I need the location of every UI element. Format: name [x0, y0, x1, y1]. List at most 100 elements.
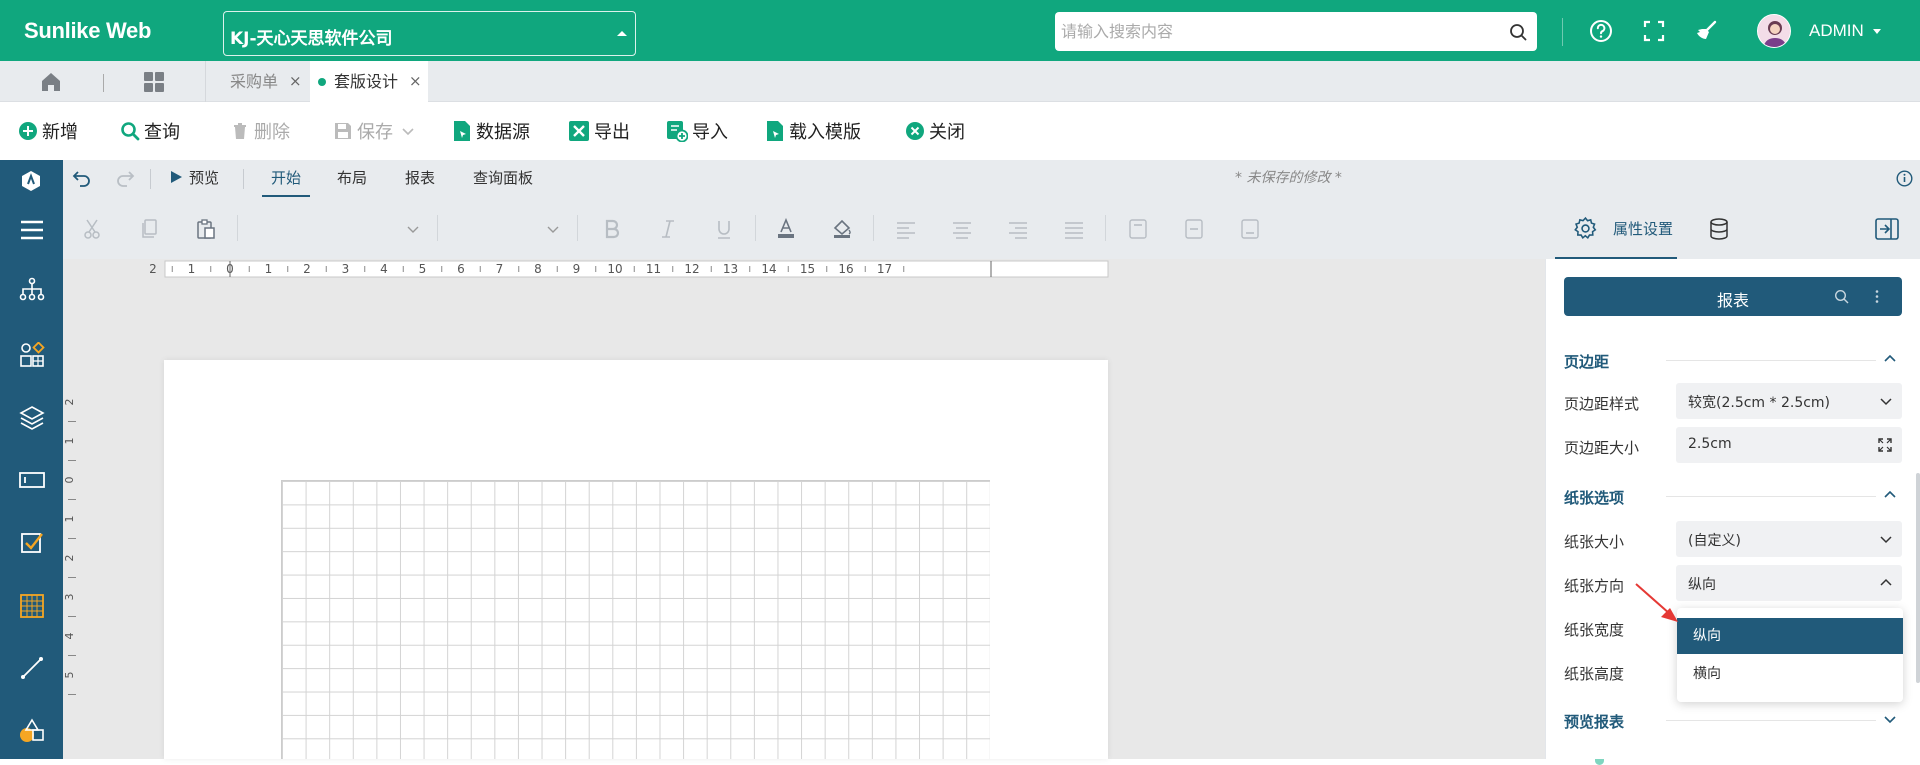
ruler-tick-label: 2	[149, 262, 157, 276]
tab-query-panel[interactable]: 查询面板	[473, 160, 533, 197]
close-label: 关闭	[929, 122, 965, 143]
property-panel-header: 属性设置	[1545, 197, 1920, 259]
undo-icon[interactable]	[72, 168, 92, 188]
search-icon[interactable]	[1508, 22, 1528, 42]
textbox-icon[interactable]	[18, 466, 46, 494]
expand-icon[interactable]	[1878, 438, 1892, 452]
panel-scrollbar[interactable]	[1916, 473, 1920, 683]
search-icon[interactable]	[1834, 289, 1849, 304]
cut-icon[interactable]	[82, 218, 104, 240]
paper-size-select[interactable]: (自定义)	[1676, 521, 1902, 557]
orientation-option-portrait[interactable]: 纵向	[1677, 618, 1903, 654]
caret-down-icon[interactable]	[1873, 29, 1881, 34]
design-canvas[interactable]: 2101234567891011121314151617 21012345	[63, 259, 1604, 765]
hamburger-menu-icon[interactable]	[18, 216, 46, 244]
export-button[interactable]: 导出	[568, 118, 630, 144]
section-preview-title[interactable]: 预览报表	[1564, 711, 1624, 732]
preview-label: 预览	[189, 169, 220, 187]
tab-property-settings[interactable]: 属性设置	[1555, 197, 1677, 259]
close-icon[interactable]: ×	[409, 61, 422, 102]
margin-style-select[interactable]: 较宽(2.5cm * 2.5cm)	[1676, 383, 1902, 419]
collapse-panel-icon[interactable]	[1875, 218, 1899, 240]
info-icon[interactable]	[1896, 170, 1913, 187]
more-vertical-icon[interactable]	[1874, 289, 1880, 304]
search-input[interactable]	[1055, 12, 1537, 51]
hierarchy-icon[interactable]	[18, 276, 46, 304]
new-label: 新增	[42, 122, 78, 143]
tab-template-design[interactable]: 套版设计 ×	[310, 61, 428, 102]
tab-layout[interactable]: 布局	[337, 160, 367, 197]
broom-icon[interactable]	[1693, 18, 1719, 44]
new-button[interactable]: 新增	[18, 118, 78, 144]
avatar[interactable]	[1757, 14, 1791, 48]
margin-size-field[interactable]: 2.5cm	[1676, 427, 1902, 463]
font-family-select[interactable]	[245, 212, 425, 242]
valign-top-icon[interactable]	[1127, 218, 1149, 240]
user-name[interactable]: ADMIN	[1809, 21, 1864, 41]
save-button[interactable]: 保存	[333, 118, 419, 144]
paper-orientation-select[interactable]: 纵向	[1676, 565, 1902, 601]
app-logo-icon[interactable]	[20, 170, 42, 192]
font-size-select[interactable]	[445, 212, 565, 242]
tab-purchase-order[interactable]: 采购单 ×	[206, 61, 310, 102]
font-color-icon[interactable]	[775, 218, 797, 240]
ruler-tick-label: 4	[63, 633, 76, 640]
home-icon[interactable]	[40, 71, 62, 93]
valign-middle-icon[interactable]	[1183, 218, 1205, 240]
align-left-icon[interactable]	[895, 218, 917, 240]
chevron-down-icon[interactable]	[1883, 712, 1897, 726]
chevron-down-icon[interactable]	[401, 124, 415, 138]
ruler-tick-label: 11	[646, 262, 661, 276]
search-icon	[121, 122, 140, 141]
close-icon[interactable]: ×	[289, 61, 302, 102]
section-paper-title[interactable]: 纸张选项	[1564, 487, 1624, 508]
chevron-up-icon[interactable]	[1883, 488, 1897, 502]
chevron-up-icon[interactable]	[1883, 352, 1897, 366]
company-select[interactable]: KJ-天心天思软件公司	[223, 11, 636, 56]
import-button[interactable]: 导入	[666, 118, 728, 144]
designer-toolbar: 预览 开始 布局 报表 查询面板 * 未保存的修改 *	[63, 160, 1920, 197]
datasource-button[interactable]: 数据源	[452, 118, 530, 144]
section-margin-title[interactable]: 页边距	[1564, 351, 1609, 372]
underline-icon[interactable]	[713, 218, 735, 240]
italic-icon[interactable]	[657, 218, 679, 240]
brand-logo[interactable]: Sunlike Web	[24, 18, 151, 44]
fill-color-icon[interactable]	[831, 218, 853, 240]
report-object-select[interactable]: 报表	[1564, 277, 1902, 316]
chevron-down-icon	[407, 226, 419, 233]
shapes-icon[interactable]	[18, 716, 46, 744]
ruler-tick-label: 2	[63, 555, 76, 562]
ruler-tick-label: 3	[342, 262, 350, 276]
play-icon	[171, 171, 182, 183]
valign-bottom-icon[interactable]	[1239, 218, 1261, 240]
report-grid[interactable]	[281, 480, 990, 759]
align-right-icon[interactable]	[1007, 218, 1029, 240]
ruler-tick-label: 10	[607, 262, 622, 276]
vertical-ruler: 2 1 0 1 2 3 4 5	[63, 279, 83, 759]
line-tool-icon[interactable]	[18, 654, 46, 682]
align-center-icon[interactable]	[951, 218, 973, 240]
database-icon[interactable]	[1707, 217, 1731, 241]
help-icon[interactable]	[1588, 18, 1614, 44]
bold-icon[interactable]	[601, 218, 623, 240]
ruler-tick-label: 13	[723, 262, 738, 276]
checkbox-icon[interactable]	[18, 528, 46, 556]
tab-divider	[103, 74, 104, 92]
tab-start[interactable]: 开始	[262, 160, 310, 197]
delete-button[interactable]: 删除	[230, 118, 290, 144]
close-button[interactable]: 关闭	[905, 118, 965, 144]
tab-report[interactable]: 报表	[405, 160, 435, 197]
orientation-option-landscape[interactable]: 横向	[1677, 656, 1903, 692]
load-template-button[interactable]: 载入模版	[765, 118, 861, 144]
query-button[interactable]: 查询	[120, 118, 180, 144]
copy-icon[interactable]	[139, 218, 161, 240]
redo-icon[interactable]	[115, 168, 135, 188]
fullscreen-icon[interactable]	[1641, 18, 1667, 44]
paste-icon[interactable]	[195, 218, 217, 240]
components-icon[interactable]	[18, 342, 46, 370]
preview-button[interactable]: 预览	[169, 160, 219, 197]
apps-grid-icon[interactable]	[143, 71, 165, 93]
align-justify-icon[interactable]	[1063, 218, 1085, 240]
layers-icon[interactable]	[18, 404, 46, 432]
table-grid-icon[interactable]	[18, 592, 46, 620]
